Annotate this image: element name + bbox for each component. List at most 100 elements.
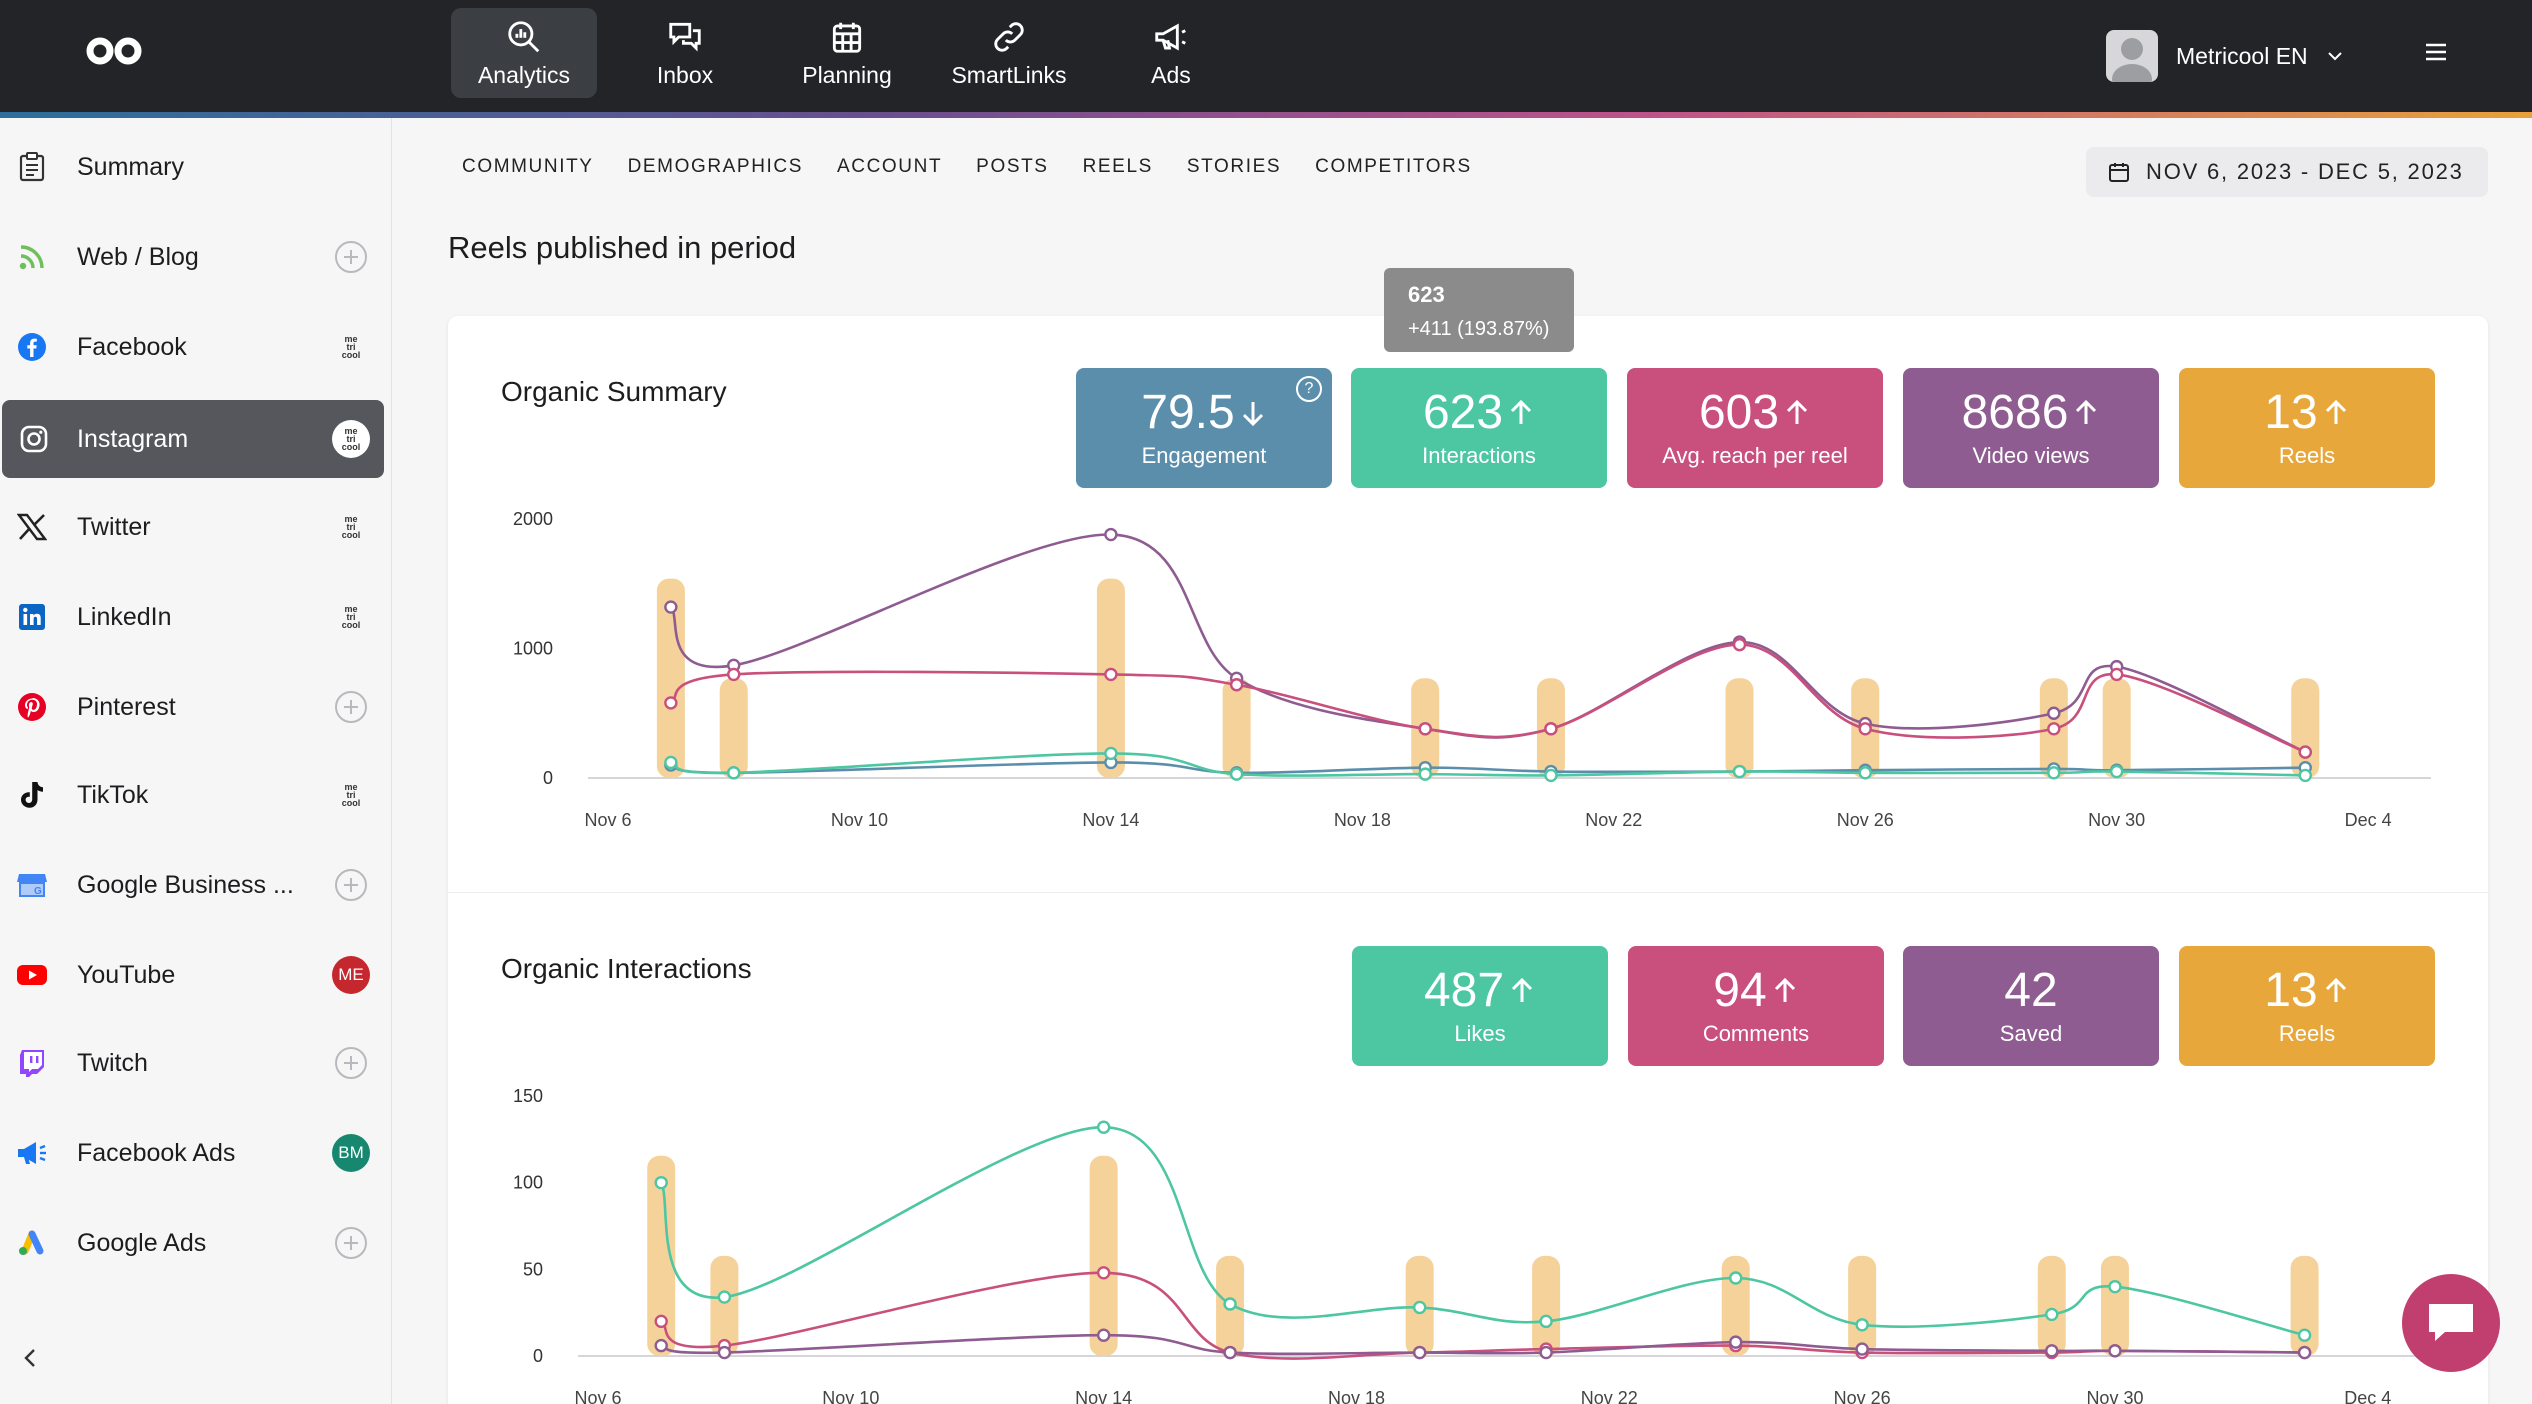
- series-point: [1544, 768, 1558, 783]
- help-icon[interactable]: ?: [1296, 376, 1322, 402]
- kpi-comments[interactable]: 94 Comments: [1628, 946, 1884, 1066]
- kpi-interactions[interactable]: 623 Interactions: [1351, 368, 1607, 488]
- nav-inbox[interactable]: Inbox: [612, 8, 758, 98]
- x-tick-label: Nov 30: [2088, 810, 2145, 830]
- metricool-logo[interactable]: [84, 34, 144, 68]
- sidebar-item-summary[interactable]: Summary: [0, 128, 386, 206]
- organic-interactions-title: Organic Interactions: [501, 953, 752, 984]
- x-tick-label: Nov 22: [1581, 1388, 1638, 1404]
- plus-circle-icon: [335, 869, 367, 901]
- chat-support-button[interactable]: [2402, 1274, 2500, 1372]
- sidebar-item-tiktok[interactable]: TikTok me tri cool: [0, 756, 386, 834]
- add-account-button[interactable]: [332, 1044, 370, 1082]
- google-business-icon: G: [16, 869, 48, 901]
- series-point: [2298, 745, 2312, 759]
- kpi-value: 603: [1698, 386, 1780, 439]
- kpi-value: 487: [1423, 964, 1505, 1017]
- tab-account[interactable]: ACCOUNT: [837, 156, 942, 178]
- metricool-account-logo[interactable]: me tri cool: [332, 328, 370, 366]
- sidebar-item-facebook[interactable]: Facebook me tri cool: [0, 308, 386, 386]
- organic-summary-chart[interactable]: 0 1000 2000 Nov 6 Nov 10 Nov 14 Nov 18 Nov 22 No…: [448, 500, 2488, 840]
- sidebar-item-instagram[interactable]: Instagram me tri cool: [2, 400, 384, 478]
- sidebar-item-google-ads[interactable]: Google Ads: [0, 1204, 386, 1282]
- facebook-ads-icon: [16, 1137, 48, 1169]
- sidebar-item-google-business[interactable]: G Google Business ...: [0, 846, 386, 924]
- sidebar-item-label: Twitch: [77, 1048, 148, 1077]
- reel-bar: [1222, 678, 1251, 778]
- metricool-account-logo[interactable]: me tri cool: [332, 420, 370, 458]
- nav-ads[interactable]: Ads: [1098, 8, 1244, 98]
- series-point: [654, 1338, 668, 1353]
- pinterest-icon: [16, 691, 48, 723]
- kpi-engagement[interactable]: 79.5 Engagement ?: [1076, 368, 1332, 488]
- kpi-label: Reels: [2278, 1021, 2336, 1046]
- add-account-button[interactable]: [332, 866, 370, 904]
- megaphone-icon: [1155, 22, 1186, 51]
- profile-menu[interactable]: Metricool EN: [2106, 28, 2344, 84]
- menu-icon[interactable]: [2424, 40, 2448, 64]
- arrow-up-icon: [2076, 399, 2097, 424]
- kpi-video-views[interactable]: 8686 Video views: [1903, 368, 2159, 488]
- account-badge[interactable]: BM: [332, 1134, 370, 1172]
- sidebar-item-linkedin[interactable]: LinkedIn me tri cool: [0, 578, 386, 656]
- kpi-label: Interactions: [1422, 443, 1536, 468]
- chevron-down-icon: [2327, 52, 2342, 61]
- add-account-button[interactable]: [332, 1224, 370, 1262]
- add-account-button[interactable]: [332, 688, 370, 726]
- reel-bar: [1089, 1155, 1118, 1356]
- sidebar-item-label: Summary: [77, 152, 184, 181]
- series-point: [2045, 1344, 2059, 1358]
- organic-interactions-chart[interactable]: 0 50 100 150 Nov 6 Nov 10 Nov 14 Nov 18 Nov 22 No…: [448, 1076, 2488, 1404]
- y-tick-label: 150: [513, 1086, 543, 1106]
- x-icon: [16, 511, 48, 543]
- kpi-value: 8686: [1961, 386, 2069, 439]
- series-point: [1858, 766, 1872, 780]
- kpi-label: Video views: [1972, 443, 2090, 468]
- sidebar-item-twitch[interactable]: Twitch: [0, 1024, 386, 1102]
- youtube-icon: [16, 959, 48, 991]
- kpi-reels-interactions[interactable]: 13 Reels: [2179, 946, 2435, 1066]
- tab-competitors[interactable]: COMPETITORS: [1315, 156, 1472, 178]
- tab-community[interactable]: COMMUNITY: [462, 156, 594, 178]
- series-point: [727, 766, 741, 780]
- arrow-up-icon: [1511, 977, 1533, 1002]
- series-point: [1104, 746, 1118, 761]
- series-point: [1229, 767, 1244, 781]
- arrow-up-icon: [1510, 399, 1532, 424]
- sidebar-item-pinterest[interactable]: Pinterest: [0, 668, 386, 746]
- x-tick-label: Nov 14: [1082, 810, 1139, 830]
- kpi-value: 13: [2264, 964, 2318, 1017]
- reel-bar: [1725, 678, 1754, 778]
- y-tick-label: 0: [543, 768, 553, 788]
- add-account-button[interactable]: [332, 238, 370, 276]
- metricool-account-logo[interactable]: me tri cool: [332, 776, 370, 814]
- sidebar-item-web-blog[interactable]: Web / Blog: [0, 218, 386, 296]
- metricool-account-logo[interactable]: me tri cool: [332, 508, 370, 546]
- x-tick-label: Nov 6: [584, 810, 631, 830]
- tab-demographics[interactable]: DEMOGRAPHICS: [628, 156, 803, 178]
- kpi-saved[interactable]: 42 Saved: [1903, 946, 2159, 1066]
- date-range-picker[interactable]: NOV 6, 2023 - DEC 5, 2023: [2086, 147, 2488, 197]
- tab-stories[interactable]: STORIES: [1187, 156, 1281, 178]
- rss-icon: [16, 241, 48, 273]
- series-point: [1539, 1345, 1553, 1360]
- series-point: [1855, 1318, 1869, 1332]
- sidebar-item-twitter[interactable]: Twitter me tri cool: [0, 488, 386, 566]
- kpi-likes[interactable]: 487 Likes: [1352, 946, 1608, 1066]
- metricool-account-logo[interactable]: me tri cool: [332, 598, 370, 636]
- kpi-avg-reach[interactable]: 603 Avg. reach per reel: [1627, 368, 1883, 488]
- kpi-reels[interactable]: 13 Reels: [2179, 368, 2435, 488]
- chevron-left-icon[interactable]: [18, 1346, 42, 1370]
- account-badge[interactable]: ME: [332, 956, 370, 994]
- tab-posts[interactable]: POSTS: [976, 156, 1048, 178]
- reel-bar: [719, 678, 748, 778]
- sidebar-item-youtube[interactable]: YouTube ME: [0, 936, 386, 1014]
- sidebar-item-facebook-ads[interactable]: Facebook Ads BM: [0, 1114, 386, 1192]
- inbox-icon: [669, 22, 701, 52]
- reel-bar: [2102, 678, 2131, 778]
- nav-smartlinks-label: SmartLinks: [951, 61, 1067, 88]
- tab-reels[interactable]: REELS: [1083, 156, 1153, 178]
- nav-smartlinks[interactable]: SmartLinks: [936, 8, 1082, 98]
- nav-planning[interactable]: Planning: [774, 8, 920, 98]
- nav-analytics[interactable]: Analytics: [451, 8, 597, 98]
